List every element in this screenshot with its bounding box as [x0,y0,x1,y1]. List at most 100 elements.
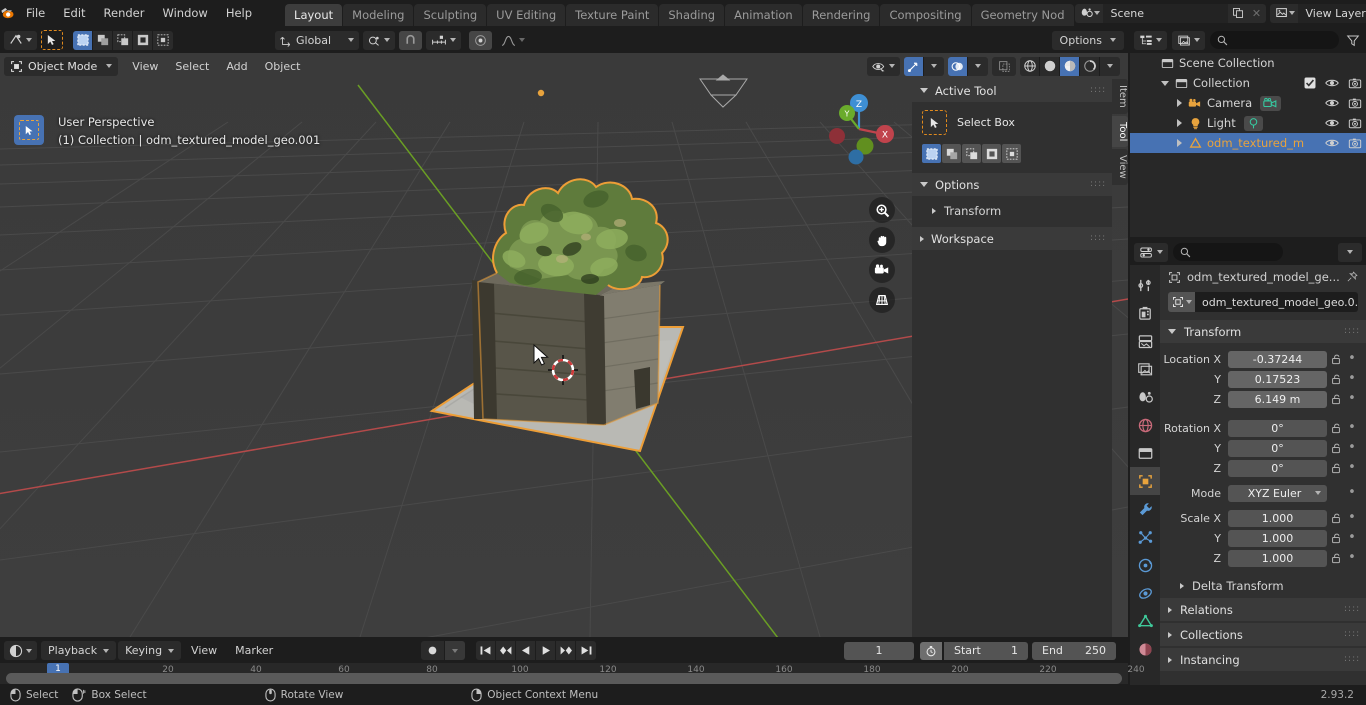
viewport-menu-view[interactable]: View [124,57,166,76]
visibility-eye-icon[interactable] [867,57,900,76]
options-transform-subpanel[interactable]: Transform [912,200,1112,221]
camera-view-icon[interactable] [869,257,895,283]
select-intersect-icon[interactable] [1002,144,1021,163]
overlays-toggle-group[interactable] [948,57,988,76]
properties-tab-material[interactable] [1130,635,1160,663]
shading-material-icon[interactable] [1060,57,1080,76]
properties-tab-output[interactable] [1130,327,1160,355]
sidebar-tab-view[interactable]: View [1112,149,1128,185]
pin-icon[interactable] [1346,271,1358,283]
outliner-row-collection[interactable]: Collection [1130,73,1366,93]
chevron-down-icon[interactable] [1158,81,1172,86]
animate-property-dot[interactable]: • [1344,444,1360,452]
properties-tab-data[interactable] [1130,607,1160,635]
properties-tab-constraints[interactable] [1130,579,1160,607]
properties-tab-world[interactable] [1130,411,1160,439]
scene-name[interactable]: Scene [1103,4,1228,23]
shading-wireframe-icon[interactable] [1020,57,1040,76]
properties-section-relations[interactable]: Relations:::: [1160,598,1366,621]
outliner-row-light[interactable]: Light [1130,113,1366,133]
viewport-menu-select[interactable]: Select [167,57,217,76]
animate-property-dot[interactable]: • [1344,375,1360,383]
sidebar-tab-item[interactable]: Item [1112,79,1128,114]
select-extend-icon[interactable] [93,31,113,50]
shading-solid-icon[interactable] [1040,57,1060,76]
camera-render-icon[interactable] [1348,117,1362,130]
auto-keying-record-icon[interactable] [421,641,445,660]
camera-render-icon[interactable] [1348,97,1362,110]
camera-render-icon[interactable] [1348,137,1362,150]
top-menu-help[interactable]: Help [217,3,261,23]
timeline-editor-icon[interactable] [4,641,37,660]
outliner-row-odm-textured-m[interactable]: odm_textured_m [1130,133,1366,153]
select-mode-group[interactable] [73,31,173,50]
transform-panel-header[interactable]: Transform :::: [1160,320,1366,343]
scale-value[interactable]: 1.000 [1228,510,1327,527]
jump-to-next-keyframe-icon[interactable] [556,641,576,660]
object-id-field[interactable]: odm_textured_model_geo.0... [1168,292,1358,312]
animate-property-dot[interactable]: • [1344,514,1360,522]
workspace-tab-shading[interactable]: Shading [659,4,724,26]
properties-editor[interactable]: odm_textured_model_ge... odm_textured_mo… [1130,239,1366,685]
view-layer-icon[interactable] [1270,4,1298,23]
select-box-tool-icon[interactable] [41,30,63,50]
eye-visibility-icon[interactable] [1325,117,1339,129]
checkbox-enabled[interactable] [1304,77,1316,89]
overlays-dropdown[interactable] [968,57,988,76]
select-box-tool-icon[interactable] [922,110,947,135]
camera-badge-icon[interactable] [1260,96,1281,111]
falloff-smooth-icon[interactable] [496,31,530,50]
navigation-gizmo[interactable]: Z Y X [820,89,898,167]
properties-tab-physics[interactable] [1130,551,1160,579]
properties-section-collections[interactable]: Collections:::: [1160,623,1366,646]
properties-tab-object[interactable] [1130,467,1160,495]
timeline-menu-view[interactable]: View [183,641,225,660]
lock-icon[interactable] [1327,393,1344,405]
properties-tab-render[interactable] [1130,299,1160,327]
workspace-tab-layout[interactable]: Layout [285,4,342,26]
shading-mode-group[interactable] [1020,57,1120,76]
rotation-value[interactable]: 0° [1228,420,1327,437]
scale-value[interactable]: 1.000 [1228,550,1327,567]
rotation-value[interactable]: 0° [1228,440,1327,457]
top-menu-render[interactable]: Render [95,3,154,23]
start-frame-field[interactable]: Start 1 [944,642,1028,660]
select-invert-icon[interactable] [982,144,1001,163]
lock-icon[interactable] [1327,552,1344,564]
transform-orientation-selector[interactable]: Global [275,31,359,50]
chevron-right-icon[interactable] [1172,119,1186,127]
funnel-filter-icon[interactable] [1344,34,1362,47]
camera-render-icon[interactable] [1348,77,1362,90]
workspace-tab-texture-paint[interactable]: Texture Paint [566,4,658,26]
eye-visibility-icon[interactable] [1325,137,1339,149]
gizmo-dropdown[interactable] [924,57,944,76]
active-tool-panel-header[interactable]: Active Tool :::: [912,79,1112,102]
properties-tab-modifiers[interactable] [1130,495,1160,523]
workspace-tab-rendering[interactable]: Rendering [803,4,880,26]
eye-visibility-icon[interactable] [1325,77,1339,89]
workspace-tab-compositing[interactable]: Compositing [880,4,970,26]
rotation-mode-dropdown[interactable]: XYZ Euler [1228,485,1327,502]
select-intersect-icon[interactable] [153,31,173,50]
editor-type-3dview-icon[interactable] [4,31,37,50]
new-scene-icon[interactable] [1228,4,1248,23]
animate-property-dot[interactable]: • [1344,554,1360,562]
viewport-menu-object[interactable]: Object [257,57,309,76]
tool-select-mode-group[interactable] [922,144,1104,163]
location-value[interactable]: 6.149 m [1228,391,1327,408]
current-frame-field[interactable]: 1 [844,642,914,660]
lock-icon[interactable] [1327,442,1344,454]
select-subtract-icon[interactable] [113,31,133,50]
snap-pivot-button[interactable] [363,31,395,50]
properties-section-instancing[interactable]: Instancing:::: [1160,648,1366,671]
play-icon[interactable] [536,641,556,660]
outliner-search-input[interactable] [1210,31,1339,49]
zoom-icon[interactable] [869,197,895,223]
auto-keying-dropdown[interactable] [445,641,465,660]
timeline-menu-playback[interactable]: Playback [41,641,116,660]
view-layer-name[interactable]: View Layer [1298,4,1366,23]
properties-search-input[interactable] [1173,243,1283,261]
select-invert-icon[interactable] [133,31,153,50]
timeline-editor[interactable]: PlaybackKeyingViewMarker 1 [0,638,1128,684]
lock-icon[interactable] [1327,353,1344,365]
